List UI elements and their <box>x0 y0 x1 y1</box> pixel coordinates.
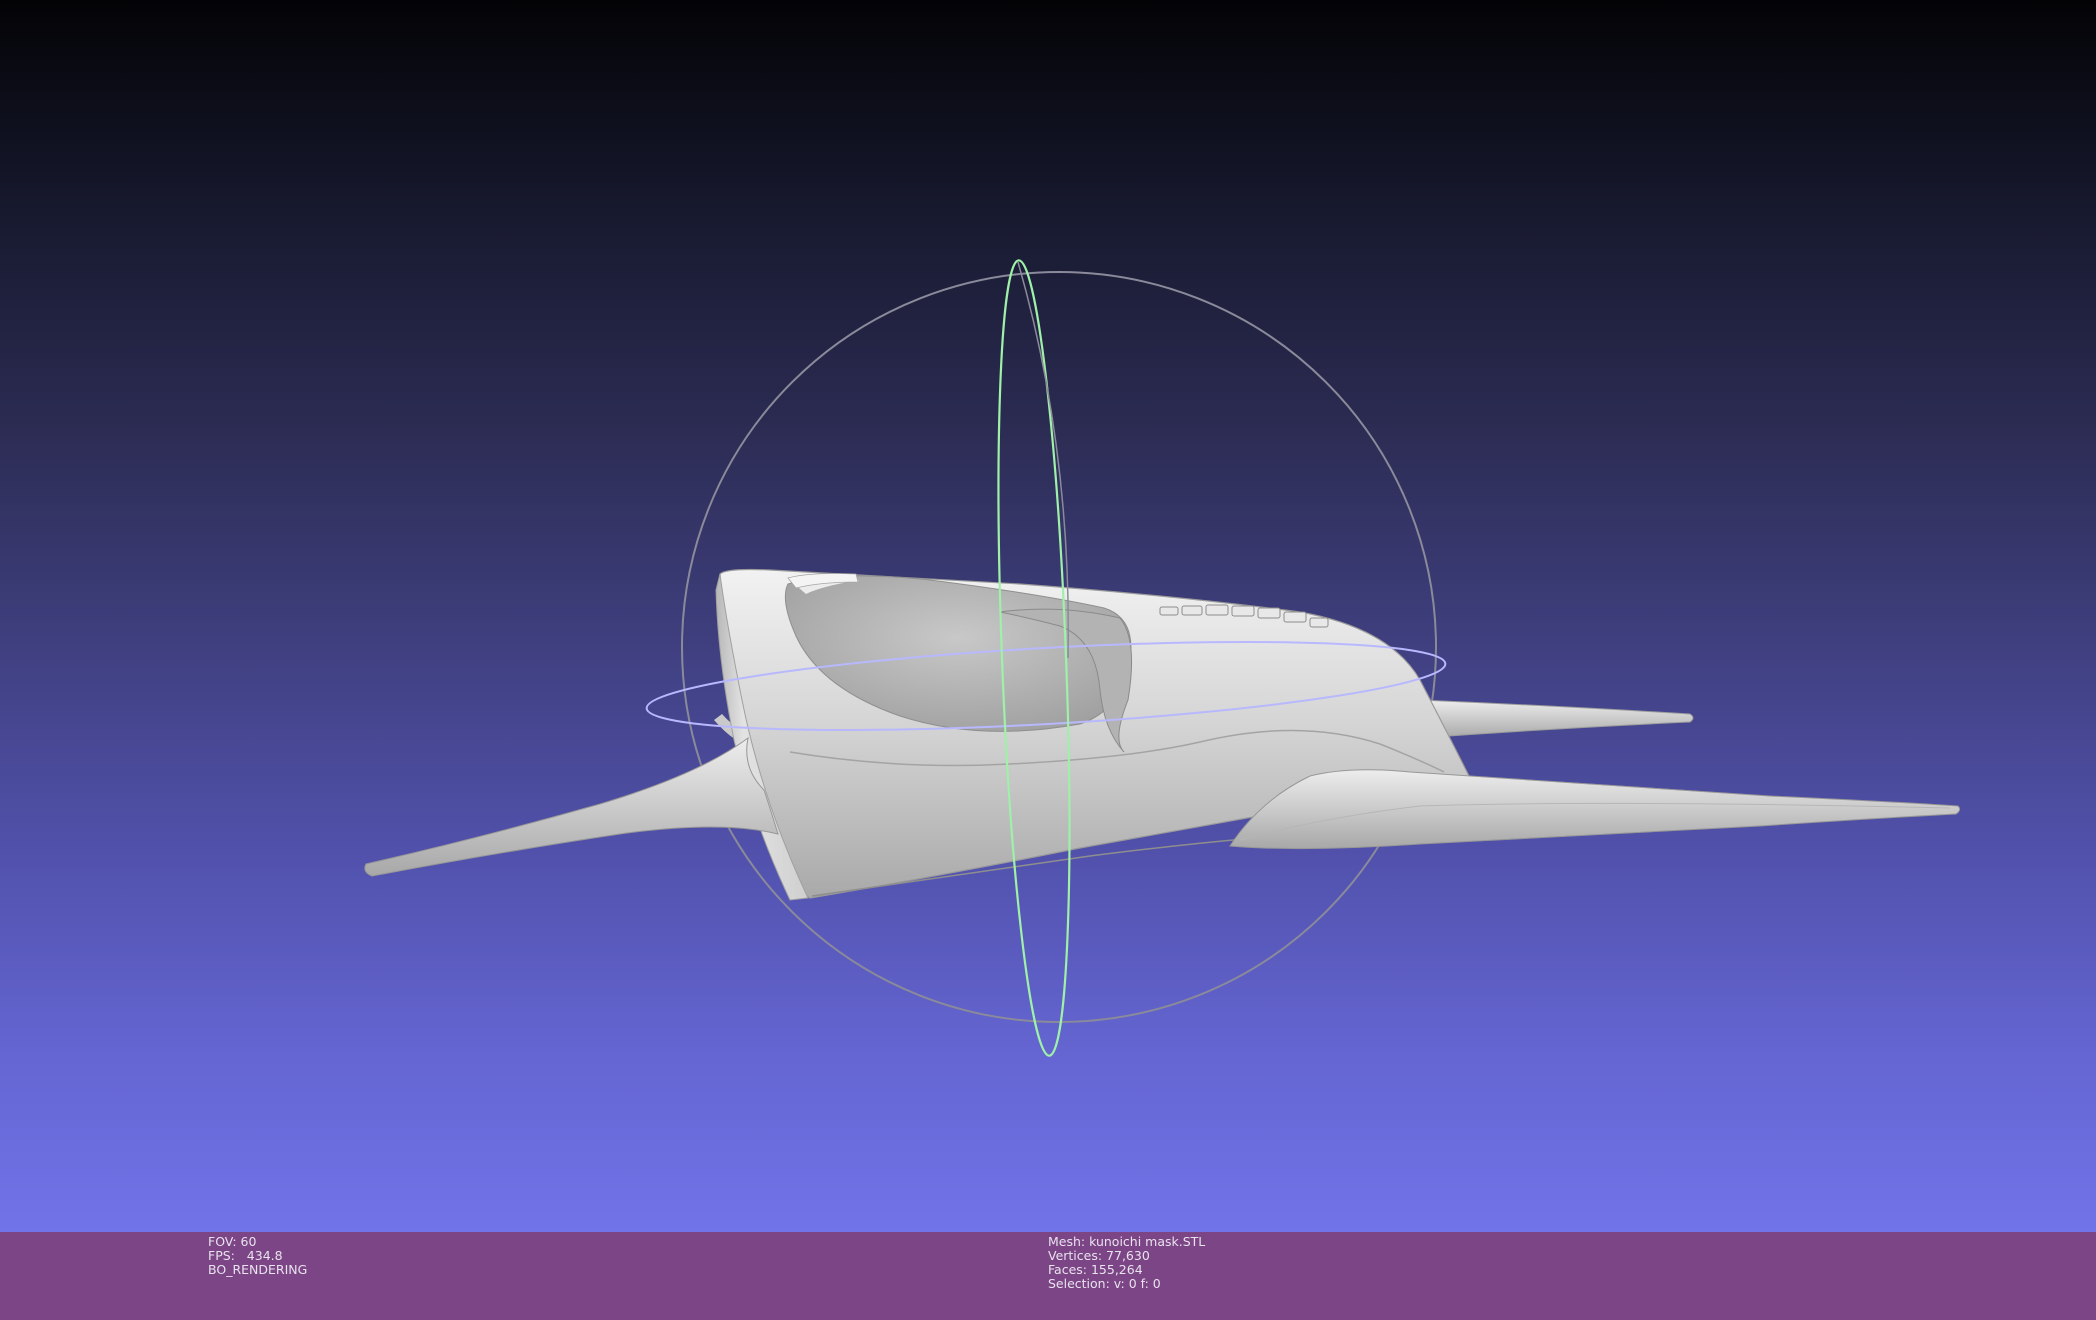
status-info-bar: FOV: 60 FPS: 434.8 BO_RENDERING Mesh: ku… <box>0 1232 2096 1320</box>
faces-readout: Faces: 155,264 <box>1048 1262 1143 1277</box>
mesh-stats: Mesh: kunoichi mask.STL Vertices: 77,630… <box>1048 1235 1205 1291</box>
fov-readout: FOV: 60 <box>208 1234 257 1249</box>
selection-readout: Selection: v: 0 f: 0 <box>1048 1276 1161 1291</box>
fps-readout: FPS: 434.8 <box>208 1248 283 1263</box>
mesh-horn-left <box>364 736 779 877</box>
viewer-stats: FOV: 60 FPS: 434.8 BO_RENDERING <box>208 1235 307 1277</box>
render-mode-readout: BO_RENDERING <box>208 1262 308 1277</box>
3d-viewport[interactable] <box>0 0 2096 1232</box>
mesh-horn-right-upper <box>1419 699 1694 739</box>
vertices-readout: Vertices: 77,630 <box>1048 1248 1150 1263</box>
mesh-horn-right <box>1229 769 1961 850</box>
mesh-name-readout: Mesh: kunoichi mask.STL <box>1048 1234 1206 1249</box>
scene-canvas[interactable] <box>0 0 2096 1232</box>
